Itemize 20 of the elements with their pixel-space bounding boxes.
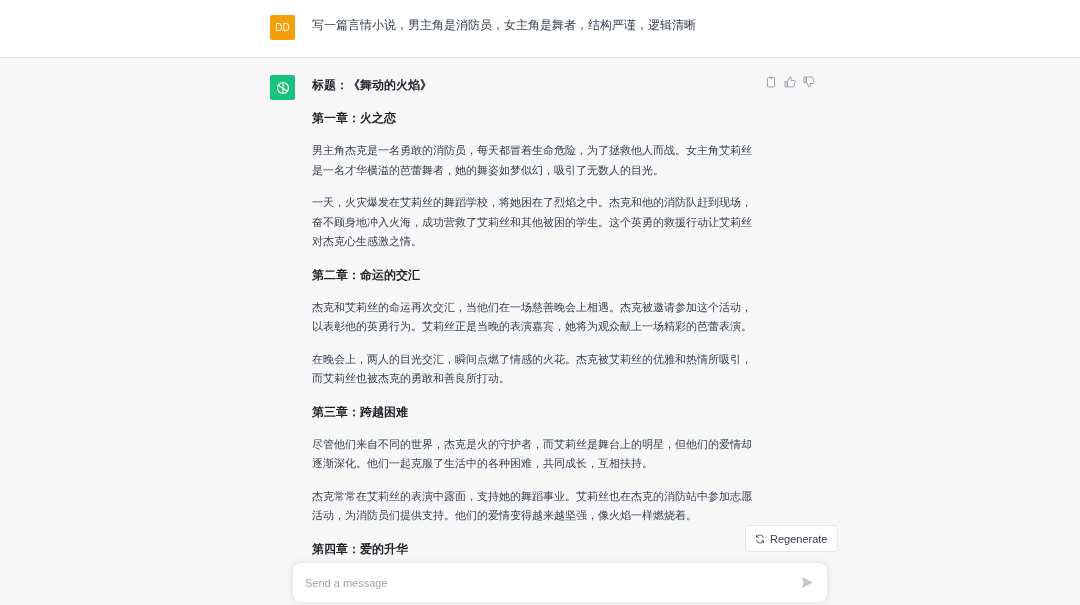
message-field[interactable]: Send a message (293, 563, 827, 602)
user-message: 写一篇言情小说，男主角是消防员，女主角是舞者，结构严谨，逻辑清晰 (312, 17, 696, 34)
paragraph: 男主角杰克是一名勇敢的消防员，每天都冒着生命危险，为了拯救他人而战。女主角艾莉丝是一名才华横溢的芭蕾舞者，她的舞姿如梦似幻，吸引了无数人的目光。 (312, 143, 753, 178)
thumbs-down-icon[interactable] (803, 76, 815, 88)
paragraph: 在晚会上，两人的目光交汇，瞬间点燃了情感的火花。杰克被艾莉丝的优雅和热情所吸引，而艾莉丝也被杰克的勇敢和善良所打动。 (312, 351, 753, 386)
paragraph: 杰克和艾莉丝的命运再次交汇，当他们在一场慈善晚会上相遇。杰克被邀请参加这个活动，以表彰他的英勇行为。艾莉丝正是当晚的表演嘉宾，她将为观众献上一场精彩的芭蕾表演。 (312, 299, 753, 334)
paragraph: 杰克常常在艾莉丝的表演中露面，支持她的舞蹈事业。艾莉丝也在杰克的消防站中参加志愿活动，为消防员们提供支持。他们的爱情变得越来越坚强，像火焰一样燃烧着。 (312, 488, 753, 523)
section-heading: 标题：《舞动的火焰》 (312, 77, 433, 94)
user-avatar: DD (270, 15, 295, 40)
section-heading: 第三章：跨越困难 (312, 403, 409, 421)
send-icon[interactable] (801, 576, 814, 589)
clipboard-icon[interactable] (765, 76, 777, 88)
paragraph: 一天，火灾爆发在艾莉丝的舞蹈学校，将她困在了烈焰之中。杰克和他的消防队赶到现场，奋不顾身地冲入火海，成功营救了艾莉丝和其他被困的学生。这个英勇的救援行动让艾莉丝对杰克心生感激之情。 (312, 195, 753, 249)
section-heading: 第二章：命运的交汇 (312, 266, 421, 284)
refresh-icon (755, 533, 765, 544)
thumbs-up-icon[interactable] (784, 76, 796, 88)
section-heading: 第一章：火之恋 (312, 110, 397, 127)
paragraph: 尽管他们来自不同的世界，杰克是火的守护者，而艾莉丝是舞台上的明星，但他们的爱情却逐渐深化。他们一起克服了生活中的各种困难，共同成长，互相扶持。 (312, 436, 753, 471)
section-heading: 第四章：爱的升华 (312, 540, 409, 558)
regenerate-button[interactable]: Regenerate (745, 525, 838, 552)
